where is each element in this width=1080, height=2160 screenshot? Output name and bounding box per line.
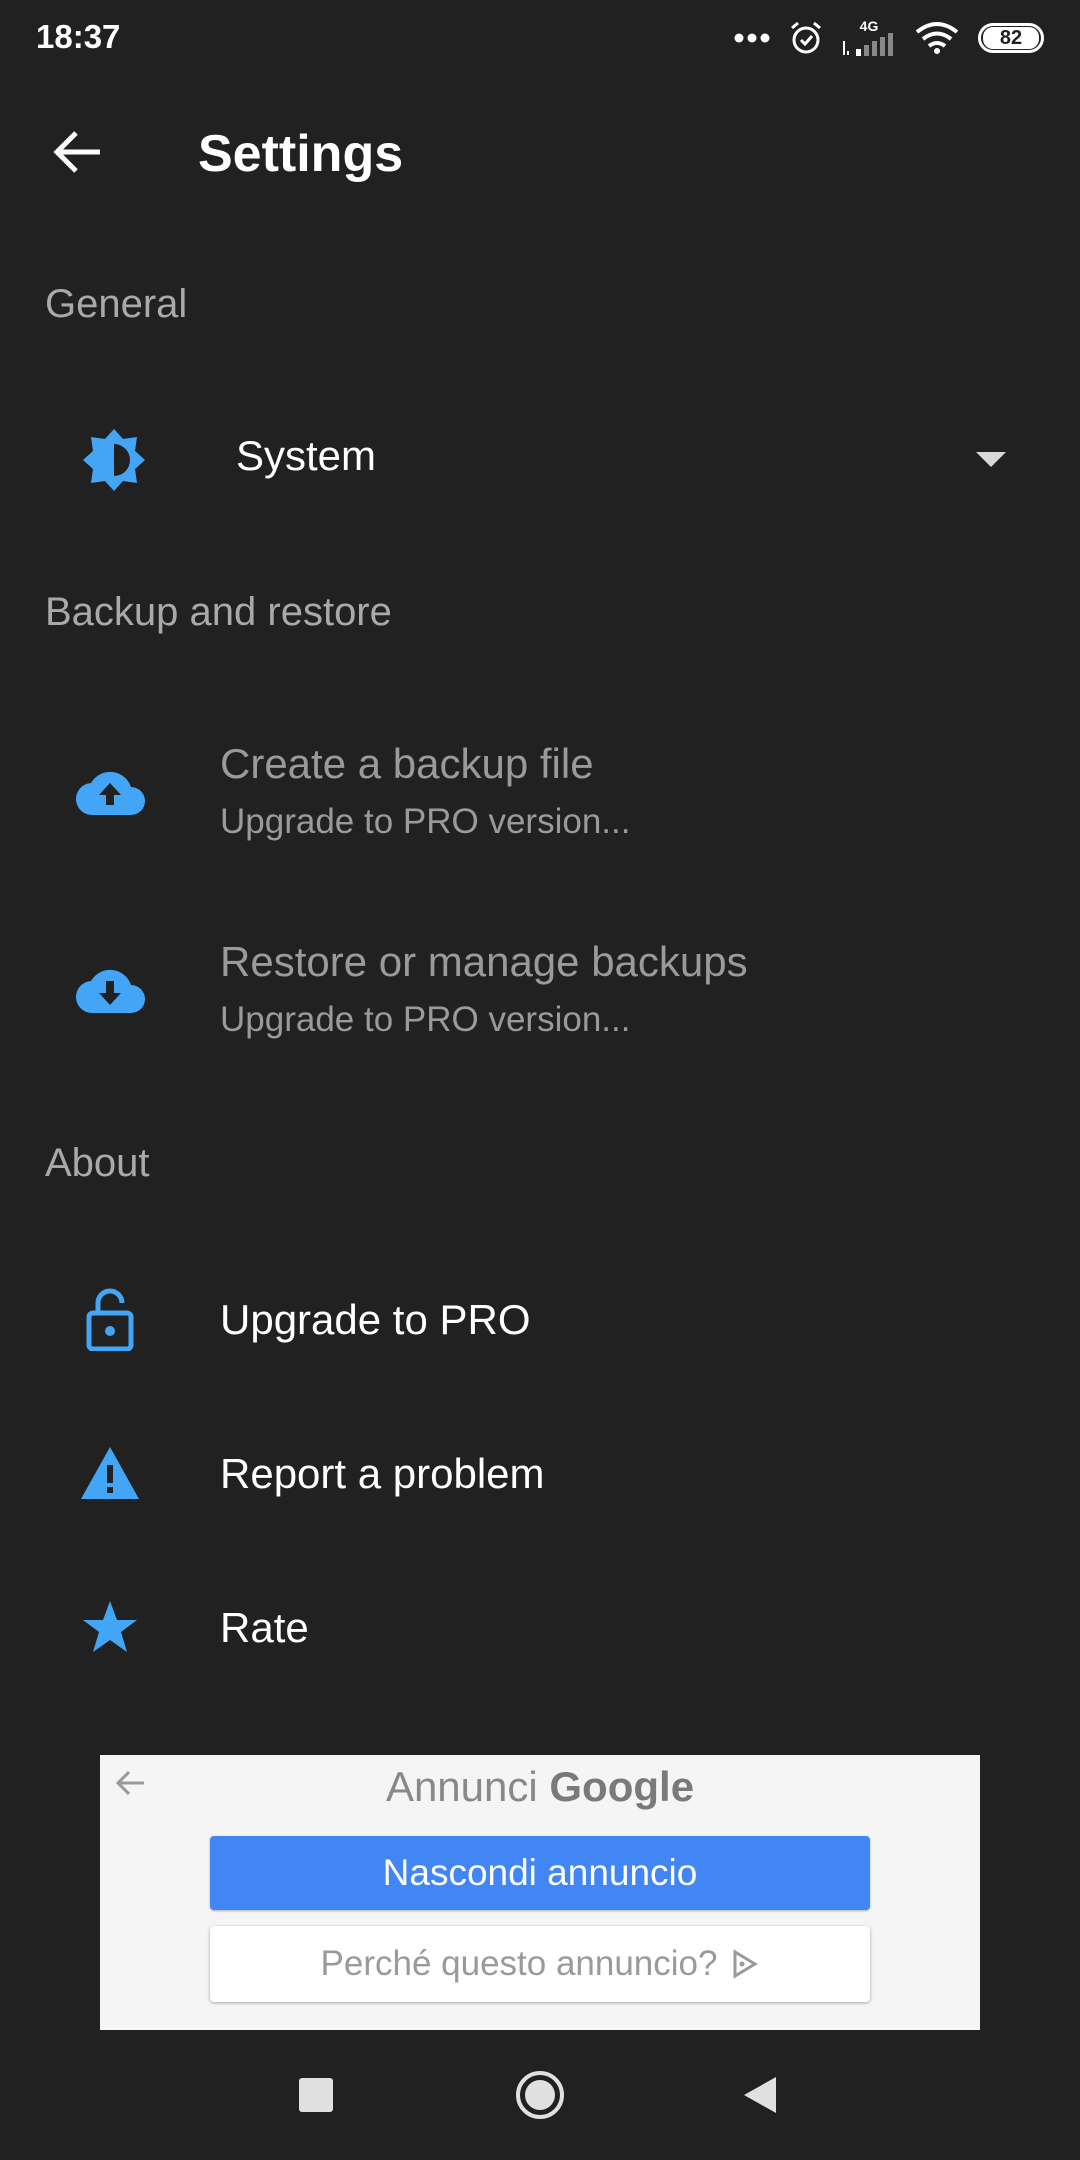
ad-label-brand: Google [549, 1763, 695, 1810]
report-problem-title: Report a problem [220, 1450, 545, 1497]
cloud-download-icon [70, 950, 150, 1030]
restore-backups-title: Restore or manage backups [220, 938, 748, 985]
restore-backups-subtitle: Upgrade to PRO version... [220, 1000, 631, 1039]
star-icon [70, 1587, 150, 1667]
ad-label: Annunci Google [100, 1763, 980, 1811]
report-problem-item[interactable]: Report a problem [0, 1416, 1080, 1530]
upgrade-pro-title: Upgrade to PRO [220, 1296, 531, 1343]
warning-icon [70, 1433, 150, 1513]
upgrade-pro-item[interactable]: Upgrade to PRO [0, 1262, 1080, 1376]
create-backup-subtitle: Upgrade to PRO version... [220, 802, 631, 841]
home-circle-icon [516, 2071, 564, 2119]
ad-banner: Annunci Google Nascondi annuncio Perché … [100, 1755, 980, 2030]
network-type: 4G [859, 18, 879, 34]
rate-item[interactable]: Rate [0, 1570, 1080, 1684]
section-general: General [45, 282, 188, 326]
square-icon [299, 2078, 333, 2112]
theme-dropdown[interactable]: System [0, 400, 1080, 520]
battery-level: 82 [983, 27, 1039, 49]
back-button[interactable] [44, 124, 110, 180]
hide-ad-button[interactable]: Nascondi annuncio [210, 1836, 870, 1910]
triangle-back-icon [744, 2077, 776, 2113]
home-button[interactable] [490, 2045, 590, 2145]
brightness-auto-icon [74, 420, 154, 500]
alarm-icon [791, 21, 821, 54]
page-title: Settings [198, 125, 404, 183]
status-icons: 4G 82 [734, 14, 1044, 62]
more-dots-icon [734, 33, 770, 43]
signal-icon [843, 33, 893, 56]
restore-backups-item[interactable]: Restore or manage backups Upgrade to PRO… [0, 918, 1080, 1068]
recents-button[interactable] [266, 2045, 366, 2145]
theme-value: System [236, 432, 377, 479]
lock-open-icon [70, 1279, 150, 1359]
status-time: 18:37 [36, 18, 121, 55]
ad-label-prefix: Annunci [385, 1763, 538, 1810]
cloud-upload-icon [70, 752, 150, 832]
arrow-back-icon [53, 131, 100, 173]
battery-icon: 82 [978, 23, 1044, 53]
rate-title: Rate [220, 1604, 309, 1651]
create-backup-title: Create a backup file [220, 740, 594, 787]
section-backup: Backup and restore [45, 590, 392, 634]
chevron-down-icon [976, 452, 1006, 467]
create-backup-item[interactable]: Create a backup file Upgrade to PRO vers… [0, 720, 1080, 870]
why-this-ad-label: Perché questo annuncio? [320, 1944, 718, 1983]
why-this-ad-button[interactable]: Perché questo annuncio? [210, 1926, 870, 2002]
nav-back-button[interactable] [710, 2045, 810, 2145]
wifi-icon [915, 22, 959, 54]
network-indicator: 4G [842, 19, 896, 57]
adchoices-icon [733, 1949, 759, 1979]
section-about: About [45, 1141, 150, 1185]
